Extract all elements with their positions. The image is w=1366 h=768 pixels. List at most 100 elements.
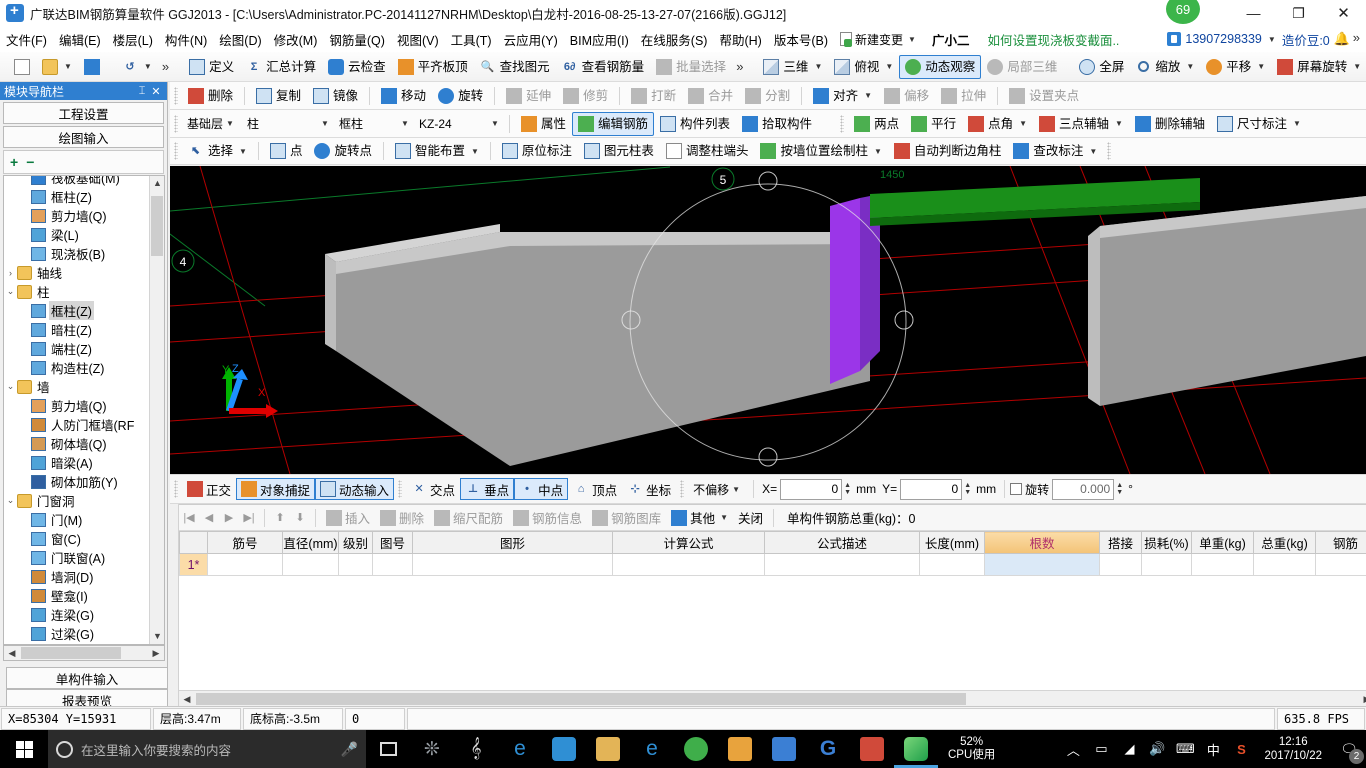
column-header[interactable]: 图形	[412, 531, 613, 554]
save-file-button[interactable]	[78, 55, 106, 79]
rotate-button[interactable]: 旋转	[432, 84, 489, 108]
notification-center-button[interactable]: 🗨 2	[1332, 730, 1366, 768]
account-phone[interactable]: 13907298339 ▼	[1167, 32, 1276, 46]
pick-member-button[interactable]: 拾取构件	[736, 112, 818, 136]
menu-floor[interactable]: 楼层(L)	[107, 27, 159, 52]
point-tool-button[interactable]: 点	[264, 139, 309, 163]
tree-item[interactable]: › 轴线	[4, 263, 150, 282]
screen-rotate-button[interactable]: 屏幕旋转 ▼	[1271, 55, 1366, 79]
microphone-icon[interactable]: 🎤	[341, 741, 358, 758]
draw-column-on-wall-button[interactable]: 按墙位置绘制柱 ▼	[754, 139, 887, 163]
taskbar-edge[interactable]: e	[498, 730, 542, 768]
scroll-right-icon[interactable]: ▶	[1359, 691, 1366, 707]
close-icon[interactable]: ✕	[149, 85, 163, 98]
tree-item[interactable]: 剪力墙(Q)	[4, 396, 150, 415]
delete-button[interactable]: 删除	[182, 84, 239, 108]
table-cell[interactable]	[372, 553, 413, 576]
tree-expander-icon[interactable]: ⌄	[4, 286, 17, 297]
column-header[interactable]: 公式描述	[764, 531, 920, 554]
point-angle-axis-button[interactable]: 点角 ▼	[962, 112, 1033, 136]
category-select[interactable]: 柱 ▼	[242, 114, 334, 134]
taskbar-app-s[interactable]: ❊	[410, 730, 454, 768]
taskbar-app-red[interactable]	[850, 730, 894, 768]
menu-overflow-icon[interactable]: »	[1353, 30, 1360, 45]
column-header[interactable]: 钢筋	[1315, 531, 1366, 554]
toolbar-overflow-icon[interactable]: »	[732, 59, 747, 74]
member-list-button[interactable]: 构件列表	[654, 112, 736, 136]
bean-count[interactable]: 造价豆:0	[1276, 30, 1330, 49]
offset-button[interactable]: 偏移	[878, 84, 935, 108]
tree-vertical-scrollbar[interactable]: ▲ ▼	[149, 176, 164, 644]
minimize-button[interactable]: —	[1231, 0, 1276, 26]
keyboard-icon[interactable]: ⌨	[1172, 741, 1198, 757]
collapse-all-icon[interactable]: −	[26, 154, 34, 170]
properties-button[interactable]: 属性	[515, 112, 572, 136]
dynamic-input-toggle[interactable]: 动态输入	[315, 478, 395, 500]
rebar-table[interactable]: 筋号 直径(mm) 级别 图号 图形 计算公式 公式描述 长度(mm) 根数 搭接 损耗(%) 单重(…	[179, 531, 1366, 576]
column-header[interactable]: 图号	[372, 531, 413, 554]
taskbar-explorer[interactable]	[586, 730, 630, 768]
menu-tools[interactable]: 工具(T)	[445, 27, 498, 52]
split-button[interactable]: 分割	[739, 84, 796, 108]
find-element-button[interactable]: 🔍 查找图元	[474, 55, 556, 79]
row-header[interactable]: 1*	[179, 553, 208, 576]
table-cell[interactable]	[1253, 553, 1316, 576]
menu-rebar-qty[interactable]: 钢筋量(Q)	[323, 27, 391, 52]
grid-horizontal-scrollbar[interactable]: ◀ ▶	[179, 690, 1366, 706]
fullscreen-button[interactable]: 全屏	[1073, 55, 1130, 79]
menu-version[interactable]: 版本号(B)	[768, 27, 834, 52]
column-header[interactable]: 筋号	[207, 531, 283, 554]
merge-button[interactable]: 合并	[682, 84, 739, 108]
member-select[interactable]: KZ-24 ▼	[414, 114, 504, 134]
table-cell[interactable]	[282, 553, 339, 576]
tree-item[interactable]: 砌体加筋(Y)	[4, 472, 150, 491]
tree-item[interactable]: 连梁(G)	[4, 605, 150, 624]
close-grid-button[interactable]: 关闭	[733, 507, 768, 528]
tree-item[interactable]: 窗(C)	[4, 529, 150, 548]
toolbar-grip[interactable]	[398, 480, 403, 498]
tree-item[interactable]: 砌体墙(Q)	[4, 434, 150, 453]
ime-mode-icon[interactable]: 中	[1200, 740, 1226, 759]
tree-item[interactable]: 过梁(G)	[4, 624, 150, 643]
menu-edit[interactable]: 编辑(E)	[53, 27, 107, 52]
y-input[interactable]: 0	[900, 478, 963, 500]
start-button[interactable]	[0, 730, 48, 768]
two-point-axis-button[interactable]: 两点	[848, 112, 905, 136]
object-snap-toggle[interactable]: 对象捕捉	[236, 478, 316, 500]
tree-item[interactable]: 剪力墙(Q)	[4, 206, 150, 225]
undo-button[interactable]: ↺ ▼	[116, 55, 158, 79]
tree-item[interactable]: 构造柱(Z)	[4, 358, 150, 377]
toolbar-grip[interactable]	[174, 86, 178, 105]
break-button[interactable]: 打断	[625, 84, 682, 108]
tree-expander-icon[interactable]: ›	[4, 268, 17, 278]
table-cell[interactable]	[1099, 553, 1142, 576]
toolbar-grip[interactable]	[174, 480, 178, 498]
adjust-column-end-button[interactable]: 调整柱端头	[660, 139, 755, 163]
tree-item[interactable]: 现浇板(B)	[4, 244, 150, 263]
menu-file[interactable]: 文件(F)	[0, 27, 53, 52]
rebar-library-button[interactable]: 钢筋图库	[587, 507, 666, 528]
intersection-snap-toggle[interactable]: ✕ 交点	[406, 478, 460, 500]
taskbar-app-g[interactable]: G	[806, 730, 850, 768]
column-header[interactable]: 计算公式	[612, 531, 765, 554]
taskbar-store[interactable]	[542, 730, 586, 768]
tree-item[interactable]: 暗梁(A)	[4, 453, 150, 472]
scroll-down-icon[interactable]: ▼	[150, 629, 164, 644]
scale-rebar-button[interactable]: 缩尺配筋	[429, 507, 508, 528]
tree-item[interactable]: 筏板基础(M)	[4, 176, 150, 187]
coordinate-snap-toggle[interactable]: ⊹ 坐标	[622, 478, 676, 500]
zoom-button[interactable]: 缩放 ▼	[1130, 55, 1200, 79]
tree-item[interactable]: 人防门框墙(RF	[4, 415, 150, 434]
delete-axis-button[interactable]: 删除辅轴	[1129, 112, 1211, 136]
table-cell[interactable]	[1141, 553, 1192, 576]
rebar-info-button[interactable]: 钢筋信息	[508, 507, 587, 528]
column-header[interactable]: 直径(mm)	[282, 531, 339, 554]
tip-link[interactable]: 如何设置现浇板变截面..	[979, 30, 1127, 49]
tree-item[interactable]: 暗柱(Z)	[4, 320, 150, 339]
define-button[interactable]: 定义	[183, 55, 240, 79]
extend-button[interactable]: 延伸	[500, 84, 557, 108]
scroll-right-icon[interactable]: ▶	[148, 646, 164, 660]
toolbar-grip[interactable]	[840, 114, 845, 133]
menu-help[interactable]: 帮助(H)	[713, 27, 767, 52]
single-member-input-button[interactable]: 单构件输入	[6, 667, 168, 689]
